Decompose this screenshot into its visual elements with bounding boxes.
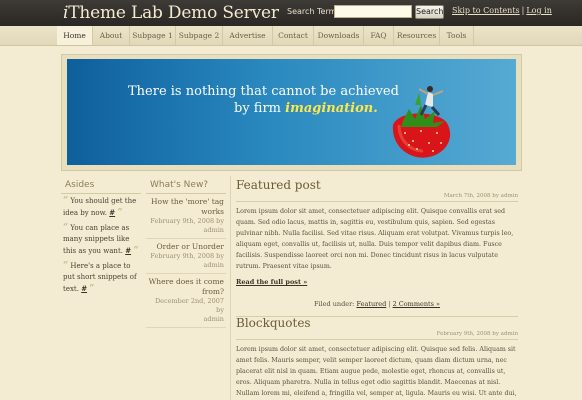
open-quote-icon: “ bbox=[63, 223, 69, 233]
asides-widget: Asides “ You should get the idea by now.… bbox=[61, 178, 141, 297]
aside-text: You can place as many snippets like this… bbox=[63, 224, 130, 255]
banner-tagline-line2: by firm imagination. bbox=[234, 101, 378, 116]
news-item-date: December 2nd, 2007 by bbox=[154, 297, 224, 314]
open-quote-icon: “ bbox=[63, 196, 69, 206]
top-links-separator: | bbox=[521, 6, 525, 15]
close-quote-icon: ” bbox=[89, 284, 95, 294]
news-item-author: admin bbox=[203, 226, 224, 234]
nav-item-tools[interactable]: Tools bbox=[440, 26, 474, 45]
main-nav: Home About Subpage 1 Subpage 2 Advertise… bbox=[0, 26, 582, 46]
banner-tagline-line1: There is nothing that cannot be achieved bbox=[128, 84, 399, 99]
top-links: Skip to Contents | Log in bbox=[452, 6, 552, 15]
strawberry-illustration bbox=[392, 86, 451, 158]
nav-item-resources[interactable]: Resources bbox=[394, 26, 440, 45]
aside-item: “ Here's a place to put short snippets o… bbox=[61, 259, 141, 297]
news-item: How the 'more' tag works February 9th, 2… bbox=[146, 194, 226, 239]
news-item-author: admin bbox=[203, 315, 224, 323]
nav-item-subpage-1[interactable]: Subpage 1 bbox=[130, 26, 176, 45]
post-featured: Featured post March 7th, 2008 by admin L… bbox=[236, 178, 518, 317]
news-item-date: February 9th, 2008 by bbox=[150, 252, 224, 260]
comments-link[interactable]: 2 Comments » bbox=[393, 300, 440, 308]
news-item-title[interactable]: How the 'more' tag works bbox=[146, 197, 224, 217]
nav-item-advertise[interactable]: Advertise bbox=[223, 26, 273, 45]
post-body: Lorem ipsum dolor sit amet, consectetuer… bbox=[236, 208, 514, 270]
read-more-link[interactable]: Read the full post » bbox=[236, 278, 518, 286]
aside-text: You should get the idea by now. bbox=[63, 197, 137, 217]
site-title-text: Theme Lab Demo Server bbox=[68, 3, 279, 23]
skip-to-contents-link[interactable]: Skip to Contents bbox=[452, 6, 520, 15]
news-item: Order or Unorder February 9th, 2008 by a… bbox=[146, 239, 226, 274]
banner-line2-prefix: by firm bbox=[234, 101, 282, 116]
open-quote-icon: “ bbox=[63, 261, 69, 271]
aside-item: “ You should get the idea by now. # ” bbox=[61, 194, 141, 221]
search-button[interactable]: Search bbox=[415, 5, 444, 19]
nav-item-contact[interactable]: Contact bbox=[273, 26, 314, 45]
nav-item-about[interactable]: About bbox=[93, 26, 130, 45]
post-title[interactable]: Featured post bbox=[236, 178, 518, 192]
news-item-title[interactable]: Order or Unorder bbox=[146, 242, 224, 252]
close-quote-icon: ” bbox=[117, 208, 123, 218]
person-figure bbox=[418, 86, 444, 116]
post-body: Lorem ipsum dolor sit amet, consectetuer… bbox=[236, 346, 517, 397]
login-link[interactable]: Log in bbox=[526, 6, 552, 15]
news-item: Where does it come from? December 2nd, 2… bbox=[146, 274, 226, 328]
filed-under-label: Filed under: bbox=[313, 300, 355, 308]
nav-item-downloads[interactable]: Downloads bbox=[314, 26, 364, 45]
column-divider bbox=[230, 176, 231, 400]
category-link[interactable]: Featured bbox=[356, 300, 386, 308]
whats-new-title: What's New? bbox=[146, 178, 226, 194]
aside-text: Here's a place to put short snippets of … bbox=[63, 262, 137, 293]
nav-item-faq[interactable]: FAQ bbox=[364, 26, 394, 45]
nav-item-subpage-2[interactable]: Subpage 2 bbox=[176, 26, 223, 45]
post-title[interactable]: Blockquotes bbox=[236, 316, 518, 330]
header-banner: There is nothing that cannot be achieved… bbox=[67, 59, 516, 165]
post-blockquotes: Blockquotes February 9th, 2008 by admin … bbox=[236, 316, 518, 400]
post-date: March 7th, 2008 by admin bbox=[236, 193, 518, 202]
search-input[interactable] bbox=[334, 5, 412, 18]
site-title[interactable]: iTheme Lab Demo Server bbox=[63, 3, 279, 23]
aside-permalink[interactable]: # bbox=[81, 284, 87, 293]
close-quote-icon: ” bbox=[133, 246, 139, 256]
asides-title: Asides bbox=[61, 178, 141, 194]
aside-permalink[interactable]: # bbox=[125, 246, 131, 255]
post-date: February 9th, 2008 by admin bbox=[236, 331, 518, 340]
banner-highlight-word: imagination. bbox=[285, 101, 378, 116]
nav-item-home[interactable]: Home bbox=[57, 26, 93, 45]
news-item-date: February 9th, 2008 by bbox=[150, 217, 224, 225]
news-item-author: admin bbox=[203, 261, 224, 269]
aside-item: “ You can place as many snippets like th… bbox=[61, 221, 141, 259]
post-footer: Filed under: Featured | 2 Comments » bbox=[236, 300, 518, 317]
aside-permalink[interactable]: # bbox=[109, 208, 115, 217]
whats-new-widget: What's New? How the 'more' tag works Feb… bbox=[146, 178, 226, 328]
news-item-title[interactable]: Where does it come from? bbox=[146, 277, 224, 297]
header-bar: iTheme Lab Demo Server Search Terms: Sea… bbox=[0, 0, 582, 26]
